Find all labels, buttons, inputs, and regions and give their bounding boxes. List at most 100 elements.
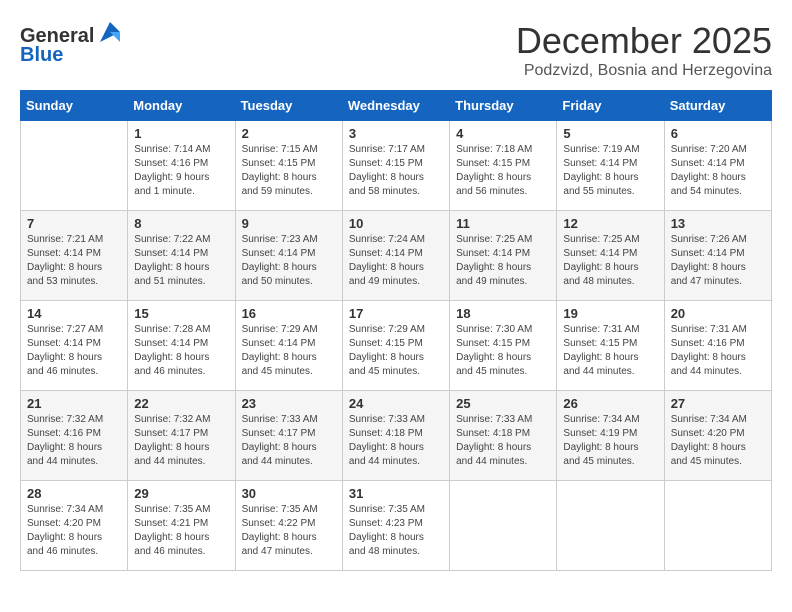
day-info: Sunrise: 7:33 AMSunset: 4:18 PMDaylight:…	[349, 413, 443, 469]
calendar-cell: 20 Sunrise: 7:31 AMSunset: 4:16 PMDayligh…	[664, 301, 771, 391]
calendar-cell: 25 Sunrise: 7:33 AMSunset: 4:18 PMDayligh…	[450, 391, 557, 481]
calendar-cell: 16Sunrise: 7:29 AMSunset: 4:14 PMDayligh…	[235, 301, 342, 391]
calendar-cell: 17 Sunrise: 7:29 AMSunset: 4:15 PMDayligh…	[342, 301, 449, 391]
day-info: Sunrise: 7:25 AMSunset: 4:14 PMDaylight:…	[456, 233, 550, 289]
day-number: 31	[349, 486, 443, 501]
calendar-cell: 1 Sunrise: 7:14 AMSunset: 4:16 PMDaylight…	[128, 121, 235, 211]
day-info: Sunrise: 7:29 AMSunset: 4:15 PMDaylight:…	[349, 323, 443, 379]
calendar-cell: 4 Sunrise: 7:18 AMSunset: 4:15 PMDaylight…	[450, 121, 557, 211]
day-info: Sunrise: 7:23 AMSunset: 4:14 PMDaylight:…	[242, 233, 336, 289]
day-info: Sunrise: 7:18 AMSunset: 4:15 PMDaylight:…	[456, 143, 550, 199]
day-number: 21	[27, 396, 121, 411]
day-info: Sunrise: 7:31 AMSunset: 4:15 PMDaylight:…	[563, 323, 657, 379]
calendar-cell: 9 Sunrise: 7:23 AMSunset: 4:14 PMDaylight…	[235, 211, 342, 301]
day-number: 11	[456, 216, 550, 231]
weekday-header-monday: Monday	[128, 91, 235, 121]
day-number: 4	[456, 126, 550, 141]
day-info: Sunrise: 7:34 AMSunset: 4:20 PMDaylight:…	[671, 413, 765, 469]
day-info: Sunrise: 7:25 AMSunset: 4:14 PMDaylight:…	[563, 233, 657, 289]
day-number: 25	[456, 396, 550, 411]
day-info: Sunrise: 7:21 AMSunset: 4:14 PMDaylight:…	[27, 233, 121, 289]
calendar-cell: 30 Sunrise: 7:35 AMSunset: 4:22 PMDayligh…	[235, 481, 342, 571]
day-info: Sunrise: 7:34 AMSunset: 4:20 PMDaylight:…	[27, 503, 121, 559]
day-info: Sunrise: 7:15 AMSunset: 4:15 PMDaylight:…	[242, 143, 336, 199]
day-number: 5	[563, 126, 657, 141]
day-info: Sunrise: 7:33 AMSunset: 4:18 PMDaylight:…	[456, 413, 550, 469]
day-info: Sunrise: 7:31 AMSunset: 4:16 PMDaylight:…	[671, 323, 765, 379]
day-number: 24	[349, 396, 443, 411]
day-number: 2	[242, 126, 336, 141]
calendar-cell: 6 Sunrise: 7:20 AMSunset: 4:14 PMDaylight…	[664, 121, 771, 211]
location-subtitle: Podzvizd, Bosnia and Herzegovina	[516, 62, 772, 80]
calendar-cell: 3 Sunrise: 7:17 AMSunset: 4:15 PMDaylight…	[342, 121, 449, 211]
weekday-header-row: SundayMondayTuesdayWednesdayThursdayFrid…	[21, 91, 772, 121]
day-info: Sunrise: 7:24 AMSunset: 4:14 PMDaylight:…	[349, 233, 443, 289]
day-number: 26	[563, 396, 657, 411]
day-number: 14	[27, 306, 121, 321]
day-number: 3	[349, 126, 443, 141]
day-number: 27	[671, 396, 765, 411]
day-number: 13	[671, 216, 765, 231]
day-info: Sunrise: 7:20 AMSunset: 4:14 PMDaylight:…	[671, 143, 765, 199]
weekday-header-friday: Friday	[557, 91, 664, 121]
day-number: 22	[134, 396, 228, 411]
calendar-cell: 7 Sunrise: 7:21 AMSunset: 4:14 PMDaylight…	[21, 211, 128, 301]
day-number: 30	[242, 486, 336, 501]
calendar-table: SundayMondayTuesdayWednesdayThursdayFrid…	[20, 90, 772, 571]
day-number: 9	[242, 216, 336, 231]
day-number: 7	[27, 216, 121, 231]
calendar-cell: 5 Sunrise: 7:19 AMSunset: 4:14 PMDaylight…	[557, 121, 664, 211]
day-number: 23	[242, 396, 336, 411]
calendar-cell: 11 Sunrise: 7:25 AMSunset: 4:14 PMDayligh…	[450, 211, 557, 301]
week-row-4: 21 Sunrise: 7:32 AMSunset: 4:16 PMDayligh…	[21, 391, 772, 481]
day-info: Sunrise: 7:27 AMSunset: 4:14 PMDaylight:…	[27, 323, 121, 379]
week-row-5: 28 Sunrise: 7:34 AMSunset: 4:20 PMDayligh…	[21, 481, 772, 571]
logo-icon	[96, 18, 124, 46]
calendar-cell: 27 Sunrise: 7:34 AMSunset: 4:20 PMDayligh…	[664, 391, 771, 481]
day-number: 8	[134, 216, 228, 231]
day-number: 19	[563, 306, 657, 321]
day-number: 1	[134, 126, 228, 141]
day-info: Sunrise: 7:35 AMSunset: 4:22 PMDaylight:…	[242, 503, 336, 559]
calendar-cell	[557, 481, 664, 571]
calendar-cell: 26 Sunrise: 7:34 AMSunset: 4:19 PMDayligh…	[557, 391, 664, 481]
title-block: December 2025 Podzvizd, Bosnia and Herze…	[516, 20, 772, 80]
day-info: Sunrise: 7:22 AMSunset: 4:14 PMDaylight:…	[134, 233, 228, 289]
calendar-cell: 15 Sunrise: 7:28 AMSunset: 4:14 PMDayligh…	[128, 301, 235, 391]
month-title: December 2025	[516, 20, 772, 62]
day-number: 20	[671, 306, 765, 321]
day-number: 10	[349, 216, 443, 231]
calendar-cell: 21 Sunrise: 7:32 AMSunset: 4:16 PMDayligh…	[21, 391, 128, 481]
day-number: 15	[134, 306, 228, 321]
day-info: Sunrise: 7:19 AMSunset: 4:14 PMDaylight:…	[563, 143, 657, 199]
calendar-cell: 29 Sunrise: 7:35 AMSunset: 4:21 PMDayligh…	[128, 481, 235, 571]
day-number: 29	[134, 486, 228, 501]
calendar-cell	[664, 481, 771, 571]
weekday-header-saturday: Saturday	[664, 91, 771, 121]
week-row-1: 1 Sunrise: 7:14 AMSunset: 4:16 PMDaylight…	[21, 121, 772, 211]
day-info: Sunrise: 7:35 AMSunset: 4:23 PMDaylight:…	[349, 503, 443, 559]
calendar-cell	[21, 121, 128, 211]
day-info: Sunrise: 7:35 AMSunset: 4:21 PMDaylight:…	[134, 503, 228, 559]
day-number: 17	[349, 306, 443, 321]
day-number: 12	[563, 216, 657, 231]
day-info: Sunrise: 7:32 AMSunset: 4:16 PMDaylight:…	[27, 413, 121, 469]
weekday-header-sunday: Sunday	[21, 91, 128, 121]
calendar-cell: 31 Sunrise: 7:35 AMSunset: 4:23 PMDayligh…	[342, 481, 449, 571]
logo: General Blue	[20, 25, 124, 67]
calendar-cell: 14 Sunrise: 7:27 AMSunset: 4:14 PMDayligh…	[21, 301, 128, 391]
day-info: Sunrise: 7:34 AMSunset: 4:19 PMDaylight:…	[563, 413, 657, 469]
day-number: 6	[671, 126, 765, 141]
calendar-cell: 18 Sunrise: 7:30 AMSunset: 4:15 PMDayligh…	[450, 301, 557, 391]
day-number: 28	[27, 486, 121, 501]
day-number: 18	[456, 306, 550, 321]
calendar-cell: 10 Sunrise: 7:24 AMSunset: 4:14 PMDayligh…	[342, 211, 449, 301]
day-info: Sunrise: 7:28 AMSunset: 4:14 PMDaylight:…	[134, 323, 228, 379]
day-info: Sunrise: 7:30 AMSunset: 4:15 PMDaylight:…	[456, 323, 550, 379]
calendar-cell	[450, 481, 557, 571]
day-info: Sunrise: 7:17 AMSunset: 4:15 PMDaylight:…	[349, 143, 443, 199]
calendar-cell: 12 Sunrise: 7:25 AMSunset: 4:14 PMDayligh…	[557, 211, 664, 301]
day-info: Sunrise: 7:26 AMSunset: 4:14 PMDaylight:…	[671, 233, 765, 289]
day-number: 16	[242, 306, 336, 321]
day-info: Sunrise: 7:14 AMSunset: 4:16 PMDaylight:…	[134, 143, 228, 199]
